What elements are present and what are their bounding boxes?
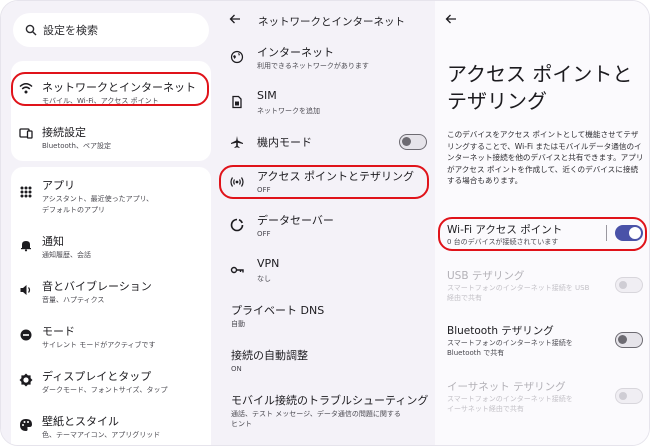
network-item-troubleshoot[interactable]: モバイル接続のトラブルシューティング 通話、テスト メッセージ、データ通信の問題… [218,392,435,432]
sidebar-item-subtitle: サイレント モードがアクティブです [42,341,156,349]
tethering-item-label: イーサネット テザリング [447,381,566,393]
sidebar-item-subtitle: 音量、ハプティクス [42,296,105,304]
network-item-subtitle: ON [231,365,242,373]
network-item-airplane[interactable]: 機内モード [218,134,435,152]
search-icon [25,24,37,36]
airplane-icon [231,136,243,148]
sidebar-item-label: 壁紙とスタイル [42,415,119,428]
tethering-item-label: Bluetooth テザリング [447,325,554,337]
sidebar-item-subtitle: Bluetooth、ペア設定 [42,142,111,150]
sidebar-item-subtitle: ダークモード、フォントサイズ、タップ [42,386,168,394]
sidebar-item-label: アプリ [42,179,75,192]
sidebar-card-general: アプリ アシスタント、最近使ったアプリ、 デフォルトのアプリ 通知 通知履歴、会話… [11,167,211,445]
toggle-knob [402,137,411,146]
network-item-label: 機内モード [257,136,312,149]
devices-icon [19,128,33,139]
network-item-subtitle-2: ヒント [231,420,252,428]
sidebar-item-connected-devices[interactable]: 接続設定 Bluetooth、ペア設定 [11,124,211,150]
network-item-adaptive[interactable]: 接続の自動調整 ON [218,347,435,375]
network-item-subtitle: ネットワークを追加 [257,107,320,115]
tethering-item-usb[interactable]: USB テザリング スマートフォンのインターネット接続を USB 経由で共有 [435,268,649,304]
network-item-label: 接続の自動調整 [231,349,308,362]
network-pane: ネットワークとインターネット インターネット 利用できるネットワークがあります … [218,1,435,445]
sidebar-item-label: 通知 [42,235,64,248]
sidebar-item-display[interactable]: ディスプレイとタップ ダークモード、フォントサイズ、タップ [11,368,211,394]
network-header: ネットワークとインターネット [218,1,435,41]
tethering-item-subtitle: スマートフォンのインターネット接続を [447,395,573,403]
sidebar-item-subtitle: 色、テーマアイコン、アプリグリッド [42,431,161,439]
tethering-item-subtitle: スマートフォンのインターネット接続を [447,339,573,347]
ethernet-tethering-toggle[interactable] [615,388,643,404]
back-arrow-icon[interactable] [445,13,457,25]
sim-icon [232,95,242,109]
tethering-item-subtitle-2: イーサネット経由で共有 [447,405,524,413]
search-bar[interactable]: 設定を検索 [13,13,209,47]
toggle-knob [618,335,627,344]
vpn-key-icon [230,266,244,274]
network-item-subtitle: 通話、テスト メッセージ、データ通信の問題に関する [231,410,401,418]
sidebar-item-label: 接続設定 [42,126,86,139]
sidebar-item-subtitle: 通知履歴、会話 [42,251,91,259]
tethering-item-ethernet[interactable]: イーサネット テザリング スマートフォンのインターネット接続を イーサネット経由… [435,379,649,415]
network-item-subtitle: OFF [257,230,271,238]
network-item-subtitle: 利用できるネットワークがあります [257,62,369,70]
page-title: ネットワークとインターネット [258,16,405,28]
network-item-label: モバイル接続のトラブルシューティング [231,394,429,407]
network-item-private-dns[interactable]: プライベート DNS 自動 [218,302,435,330]
network-item-vpn[interactable]: VPN なし [218,257,435,285]
sidebar-item-apps[interactable]: アプリ アシスタント、最近使ったアプリ、 デフォルトのアプリ [11,177,211,214]
page-title-line1: アクセス ポイントと [447,62,633,86]
highlight-annotation [11,72,209,106]
network-item-subtitle: なし [257,275,271,283]
tethering-item-bluetooth[interactable]: Bluetooth テザリング スマートフォンのインターネット接続を Bluet… [435,323,649,359]
tethering-pane: アクセス ポイントと テザリング このデバイスをアクセス ポイントとして機能させ… [435,1,649,445]
toggle-knob [619,392,627,400]
brightness-icon [19,373,33,387]
internet-icon [230,50,244,64]
sidebar-item-label: モード [42,325,75,338]
tethering-item-subtitle: スマートフォンのインターネット接続を USB [447,284,590,292]
network-item-sim[interactable]: SIM ネットワークを追加 [218,89,435,117]
tethering-item-label: USB テザリング [447,270,525,282]
sidebar-item-subtitle: アシスタント、最近使ったアプリ、 デフォルトのアプリ [42,195,154,214]
bell-icon [21,241,31,252]
usb-tethering-toggle[interactable] [615,277,643,293]
sidebar-item-notifications[interactable]: 通知 通知履歴、会話 [11,233,211,259]
tethering-item-subtitle-2: 経由で共有 [447,294,482,302]
page-description: このデバイスをアクセス ポイントとして機能させてテザリングすることで、Wi-Fi… [447,130,644,185]
network-item-label: VPN [257,257,280,270]
sidebar-item-sound[interactable]: 音とバイブレーション 音量、ハプティクス [11,278,211,304]
sidebar-item-wallpaper[interactable]: 壁紙とスタイル 色、テーマアイコン、アプリグリッド [11,413,211,439]
network-item-subtitle: 自動 [231,320,245,328]
toggle-knob [619,281,627,289]
sidebar-item-label: ディスプレイとタップ [42,370,152,383]
network-item-internet[interactable]: インターネット 利用できるネットワークがあります [218,44,435,72]
highlight-annotation [438,217,647,251]
highlight-annotation [219,165,429,199]
search-placeholder: 設定を検索 [43,24,98,37]
network-item-label: SIM [257,89,277,102]
network-item-label: データセーバー [257,214,334,227]
page-title-line2: テザリング [447,89,547,113]
sidebar-item-modes[interactable]: モード サイレント モードがアクティブです [11,323,211,349]
mode-icon [20,329,32,341]
settings-window: 設定を検索 ネットワークとインターネット モバイル、Wi-Fi、アクセス ポイン… [0,0,650,446]
page-title: アクセス ポイントと テザリング [447,61,643,115]
volume-icon [20,285,31,295]
apps-icon [20,186,32,198]
network-item-data-saver[interactable]: データセーバー OFF [218,212,435,240]
airplane-mode-toggle[interactable] [399,134,427,150]
bluetooth-tethering-toggle[interactable] [615,332,643,348]
palette-icon [20,419,32,431]
settings-sidebar: 設定を検索 ネットワークとインターネット モバイル、Wi-Fi、アクセス ポイン… [1,1,218,445]
network-item-label: インターネット [257,46,334,59]
tethering-item-subtitle-2: Bluetooth で共有 [447,349,505,357]
sidebar-item-label: 音とバイブレーション [42,280,152,293]
network-item-label: プライベート DNS [231,304,325,317]
data-saver-icon [230,218,244,232]
back-arrow-icon[interactable] [229,13,241,25]
